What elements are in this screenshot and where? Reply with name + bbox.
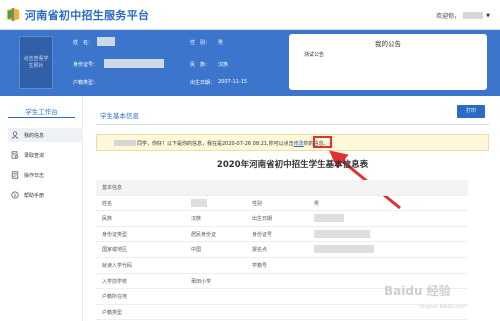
sidebar-item-my-info[interactable]: 我的信息 [8,128,83,142]
search-doc-icon [11,151,19,159]
name-label: 姓 名： [73,40,94,46]
form-title: 2020年河南省初中招生学生基本信息表 [216,160,369,170]
student-photo[interactable]: 点击查看学 生照片 [19,36,53,89]
cell: 户籍类型 [102,309,123,316]
table-row: 身份证类型 居民身份证 身份证号 [96,227,468,243]
sidebar-item-operation-log[interactable]: 操作日志 [8,168,83,182]
notice-item[interactable]: 测试公告 [304,51,324,58]
cell: 学籍号 [252,262,268,269]
cell: 户籍所在地 [102,294,128,301]
cell: 就读入学代码 [102,262,133,269]
top-header: 河南省初中招生服务平台 欢迎你， ▼ [0,0,500,30]
table-row: 姓名 性别 男 [96,196,468,212]
table-row: 就读入学代码 学籍号 [96,258,468,274]
sidebar-divider [8,117,75,118]
log-icon [11,171,19,179]
cell: 性别 [252,200,263,207]
notice-title: 我的公告 [375,40,401,48]
id-value-redacted [104,59,164,68]
table-section-label: 基本信息 [102,185,123,191]
redacted-cell [314,245,374,254]
sidebar-item-admission-query[interactable]: 录取查询 [8,148,83,162]
ethnic-label: 民 族： [190,62,211,68]
cell: 身份证类型 [102,231,128,238]
cell: 居民身份证 [191,231,217,238]
app-title: 河南省初中招生服务平台 [25,9,150,22]
cell: 国家或地区 [102,247,128,254]
sidebar-item-label: 帮助手册 [24,192,45,199]
alert-text: 同学，你好！以下是你的信息，我在是2020-07-26 08:21,你可以点击修… [137,140,329,147]
table-row: 户籍类型 [96,305,468,321]
print-button[interactable]: 打印 [457,105,485,118]
sidebar-item-help[interactable]: 帮助手册 [8,188,83,202]
table-row: 国家或地区 中国 报名点 [96,242,468,258]
redacted-cell [191,198,207,207]
user-icon [11,131,19,139]
cell: 民族 [102,216,113,223]
cell: 汉族 [191,216,202,223]
section-divider [96,124,489,125]
sidebar-item-label: 录取查询 [24,152,45,159]
redacted-cell [314,214,344,223]
cell: 莆田小学 [191,278,212,285]
sidebar-item-label: 我的信息 [24,132,45,139]
cell: 姓名 [102,200,113,207]
cell: 出生日期 [252,216,273,223]
baidu-watermark: Baidu 经验 [384,284,451,298]
redacted-cell [314,229,370,238]
cell: 报名点 [252,247,268,254]
edit-link[interactable]: 修改 [294,141,304,147]
cell: 入学前学校 [102,278,128,285]
info-icon [11,191,19,199]
username-redacted [463,12,484,19]
notice-panel: 我的公告 测试公告 [289,34,487,90]
name-value-redacted [97,37,115,46]
gender-label: 性 别： [190,40,211,46]
table-section-row: 基本信息 [96,180,468,196]
hukou-label: 户籍类型： [73,80,99,86]
chevron-down-icon: ▼ [486,12,490,19]
book-logo-icon [7,8,19,21]
student-name-redacted [114,140,136,146]
alert-prefix: 同学，你好！以下是你的信息，我在是2020-07-26 08:21,你可以点击 [137,141,294,147]
section-title: 学生基本信息 [100,112,139,120]
user-menu[interactable]: 欢迎你， ▼ [436,11,490,20]
photo-text: 点击查看学 [23,56,49,62]
welcome-text: 欢迎你， [436,13,461,20]
sidebar-item-label: 操作日志 [24,172,45,179]
cell: 男 [314,200,320,207]
ethnic-value: 汉族 [218,62,229,68]
birth-label: 出生日期： [190,80,216,86]
student-info-table: 基本信息 姓名 性别 男 民族 汉族 出生日期 身份证类型 居民身份证 身份证号… [96,180,468,321]
info-alert: 同学，你好！以下是你的信息，我在是2020-07-26 08:21,你可以点击修… [96,134,489,151]
cell: 中国 [191,247,202,254]
sidebar-title: 学生工作台 [25,108,58,116]
gender-value: 男 [218,40,224,46]
watermark-url: jingyan.baidu.com [420,304,467,310]
photo-text: 生照片 [28,63,44,69]
table-row: 民族 汉族 出生日期 [96,211,468,227]
cell: 身份证号 [252,231,273,238]
id-label: 身份证号： [73,62,99,68]
birth-value: 2007-11-15 [218,79,248,85]
